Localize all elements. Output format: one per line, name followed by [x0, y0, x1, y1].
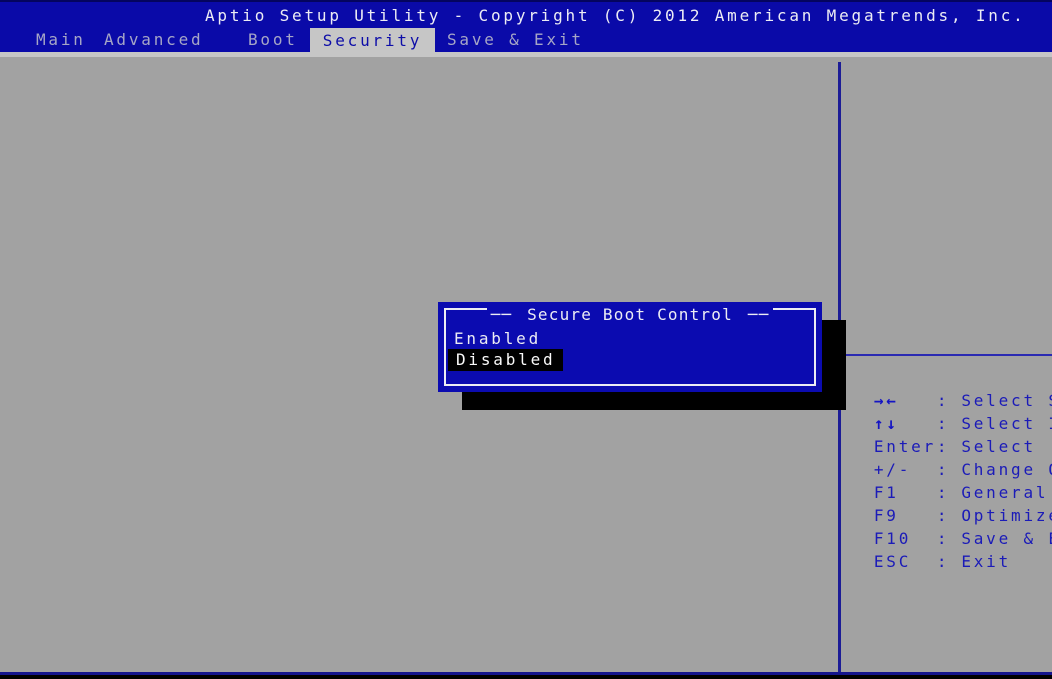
hotkey-separator: : — [937, 552, 949, 571]
popup-option-disabled[interactable]: Disabled — [448, 349, 563, 371]
tab-main[interactable]: Main — [36, 31, 86, 49]
hotkey-label: ESC — [874, 553, 937, 571]
header-divider — [0, 52, 1052, 57]
tab-boot[interactable]: Boot — [248, 31, 298, 49]
popup-title-dash-left: ── — [489, 305, 515, 324]
tab-security-label: Security — [323, 31, 422, 50]
hotkey-esc: ESC: Exit — [849, 535, 1011, 571]
popup-title-text: Secure Boot Control — [525, 305, 735, 324]
app-title: Aptio Setup Utility - Copyright (C) 2012… — [205, 7, 1026, 25]
popup-title: ── Secure Boot Control ── — [438, 305, 822, 324]
header-bar: Aptio Setup Utility - Copyright (C) 2012… — [0, 0, 1052, 52]
sidebar-divider — [841, 354, 1052, 356]
popup-option-enabled[interactable]: Enabled — [454, 328, 541, 350]
tab-security[interactable]: Security — [310, 28, 435, 57]
tab-advanced[interactable]: Advanced — [104, 31, 203, 49]
popup-title-dash-right: ── — [746, 305, 772, 324]
hotkey-description: Exit — [961, 552, 1011, 571]
pane-divider — [838, 62, 841, 672]
secure-boot-control-popup: ── Secure Boot Control ── Enabled Disabl… — [438, 302, 822, 392]
tab-save-exit[interactable]: Save & Exit — [447, 31, 584, 49]
bottom-border — [0, 672, 1052, 675]
